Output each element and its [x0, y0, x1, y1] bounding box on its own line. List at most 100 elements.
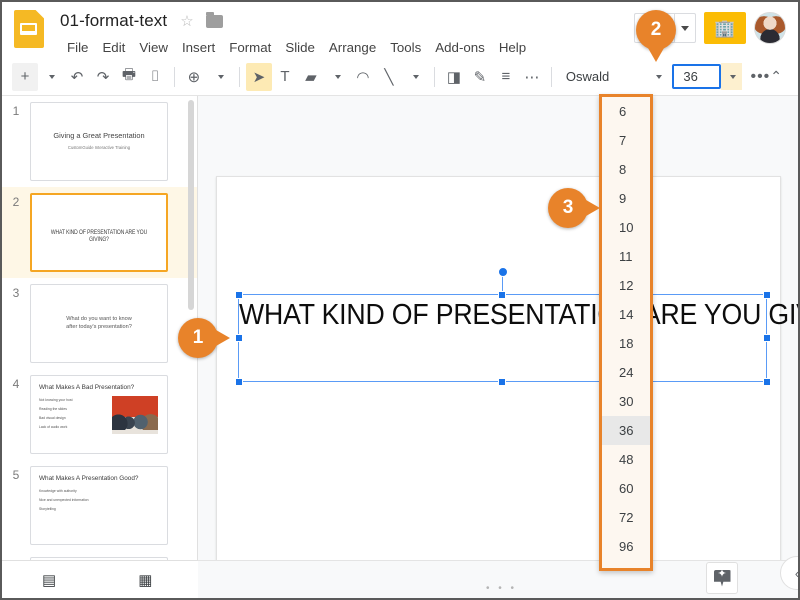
font-size-option-36[interactable]: 36 [602, 416, 650, 445]
thumb-bullet: Not knowing your host [39, 398, 73, 402]
thumb-bullet: Reading the slides [39, 406, 67, 411]
menu-tools[interactable]: Tools [383, 38, 428, 57]
present-button[interactable]: 🏢 [704, 12, 746, 44]
explore-button[interactable] [706, 562, 738, 594]
new-slide-dropdown[interactable] [38, 63, 64, 91]
font-size-option-24[interactable]: 24 [602, 358, 650, 387]
paint-format-button[interactable]: ⌷ [142, 63, 168, 91]
thumbnail-card[interactable]: What Makes A Presentation Good? Knowledg… [30, 466, 168, 545]
rotate-handle[interactable] [497, 267, 508, 277]
print-button[interactable]: 🖶 [116, 63, 142, 91]
title-block: 01-format-text ☆ File Edit View Insert F… [60, 2, 634, 58]
toolbar-divider [550, 66, 552, 87]
menu-arrange[interactable]: Arrange [322, 38, 383, 57]
resize-handle-br[interactable] [762, 377, 771, 386]
thumbnail-card[interactable]: Giving a Great Presentation CustomGuide … [30, 102, 168, 181]
menu-view[interactable]: View [132, 38, 175, 57]
resize-handle-tr[interactable] [762, 290, 771, 299]
thumbnail-card[interactable]: What Makes A Bad Presentation? Not knowi… [30, 375, 168, 454]
text-box-button[interactable]: T [272, 63, 298, 91]
font-size-option-11[interactable]: 11 [602, 242, 650, 271]
resize-handle-tc[interactable] [498, 290, 506, 299]
font-size-option-9[interactable]: 9 [602, 184, 650, 213]
thumb-bullet: Lack of audio work [39, 424, 68, 429]
font-size-option-72[interactable]: 72 [602, 503, 650, 532]
insert-image-button[interactable]: ▰ [298, 63, 324, 91]
side-panel-toggle-button[interactable]: ‹ [780, 556, 798, 590]
text-box-selection[interactable] [234, 267, 771, 386]
chevron-down-icon [217, 74, 224, 79]
menu-help[interactable]: Help [492, 38, 533, 57]
font-size-option-10[interactable]: 10 [602, 213, 650, 242]
collapse-toolbar-button[interactable]: ⌃ [770, 68, 788, 85]
avatar[interactable] [754, 12, 786, 44]
redo-button[interactable]: ↷ [90, 63, 116, 91]
font-size-option-30[interactable]: 30 [602, 387, 650, 416]
font-size-option-18[interactable]: 18 [602, 329, 650, 358]
thumbnail-scrollbar[interactable] [188, 100, 194, 310]
font-size-option-8[interactable]: 8 [602, 155, 650, 184]
resize-handle-bc[interactable] [498, 377, 506, 386]
explore-icon [713, 569, 731, 587]
folder-icon[interactable] [205, 11, 223, 28]
undo-button[interactable]: ↶ [64, 63, 90, 91]
thumb-title-1: Giving a Great Presentation [53, 131, 145, 140]
border-dash-button[interactable]: ⋯ [519, 63, 545, 91]
thumbnail-slide-3[interactable]: 3 What do you want to know after today's… [2, 278, 197, 369]
current-slide[interactable]: WHAT KIND OF PRESENTATION ARE YOU GIVING… [216, 176, 798, 598]
shape-button[interactable]: ◠ [350, 63, 376, 91]
line-button[interactable]: ╲ [376, 63, 402, 91]
font-size-option-96[interactable]: 96 [602, 532, 650, 561]
font-size-option-14[interactable]: 14 [602, 300, 650, 329]
callout-marker-2-label: 2 [650, 19, 662, 40]
slide-thumbnail-pane[interactable]: 1 Giving a Great Presentation CustomGuid… [2, 96, 198, 563]
font-family-dropdown-caret[interactable] [647, 64, 668, 90]
font-size-input[interactable]: 36 [672, 64, 722, 89]
border-color-button[interactable]: ✎ [467, 63, 493, 91]
speaker-notes-grip[interactable]: • • • [486, 583, 517, 594]
thumbnail-card[interactable]: WHAT KIND OF PRESENTATION ARE YOU GIVING… [30, 193, 168, 272]
thumbnail-card[interactable]: What do you want to know after today's p… [30, 284, 168, 363]
font-size-option-60[interactable]: 60 [602, 474, 650, 503]
thumbnail-slide-2[interactable]: 2 WHAT KIND OF PRESENTATION ARE YOU GIVI… [2, 187, 197, 278]
font-size-dropdown-caret[interactable] [721, 63, 743, 90]
resize-handle-tl[interactable] [234, 290, 243, 299]
thumbnail-slide-1[interactable]: 1 Giving a Great Presentation CustomGuid… [2, 96, 197, 187]
thumbnail-slide-4[interactable]: 4 What Makes A Bad Presentation? Not kno… [2, 369, 197, 460]
thumbnail-number [2, 557, 30, 559]
share-dropdown-caret[interactable] [674, 13, 696, 43]
select-tool-button[interactable]: ➤ [245, 62, 272, 91]
menu-edit[interactable]: Edit [95, 38, 132, 57]
page-title[interactable]: 01-format-text [60, 11, 167, 31]
font-size-dropdown-list[interactable]: 6 7 8 9 10 11 12 14 18 24 30 36 48 60 72… [599, 94, 653, 571]
grid-view-icon[interactable]: ▦ [138, 571, 152, 589]
thumb-bullets-5: Knowledge with authority Nice and unexpe… [39, 487, 105, 514]
menu-file[interactable]: File [60, 38, 95, 57]
menu-slide[interactable]: Slide [278, 38, 322, 57]
menu-format[interactable]: Format [222, 38, 278, 57]
menu-insert[interactable]: Insert [175, 38, 222, 57]
resize-handle-bl[interactable] [234, 377, 243, 386]
font-size-option-12[interactable]: 12 [602, 271, 650, 300]
font-size-option-6[interactable]: 6 [602, 97, 650, 126]
font-size-option-48[interactable]: 48 [602, 445, 650, 474]
thumbnail-slide-5[interactable]: 5 What Makes A Presentation Good? Knowle… [2, 460, 197, 551]
fill-color-button[interactable]: ◨ [441, 63, 467, 91]
font-family-select[interactable]: Oswald [558, 64, 647, 90]
header-bar: 01-format-text ☆ File Edit View Insert F… [2, 2, 798, 58]
line-dropdown[interactable] [402, 63, 428, 91]
more-options-button[interactable]: ••• [750, 68, 770, 86]
new-slide-button[interactable]: + [12, 62, 38, 91]
zoom-button[interactable]: ⊕ [181, 63, 207, 91]
star-icon[interactable]: ☆ [180, 12, 193, 30]
border-weight-button[interactable]: ≡ [493, 63, 519, 91]
zoom-dropdown[interactable] [207, 63, 233, 91]
menu-addons[interactable]: Add-ons [428, 38, 492, 57]
thumbnail-number: 3 [12, 286, 20, 300]
filmstrip-view-icon[interactable]: ▤ [42, 571, 56, 589]
image-dropdown[interactable] [324, 63, 350, 91]
resize-handle-ml[interactable] [234, 333, 243, 342]
resize-handle-mr[interactable] [762, 333, 771, 342]
font-size-option-7[interactable]: 7 [602, 126, 650, 155]
menu-bar: File Edit View Insert Format Slide Arran… [60, 36, 634, 58]
